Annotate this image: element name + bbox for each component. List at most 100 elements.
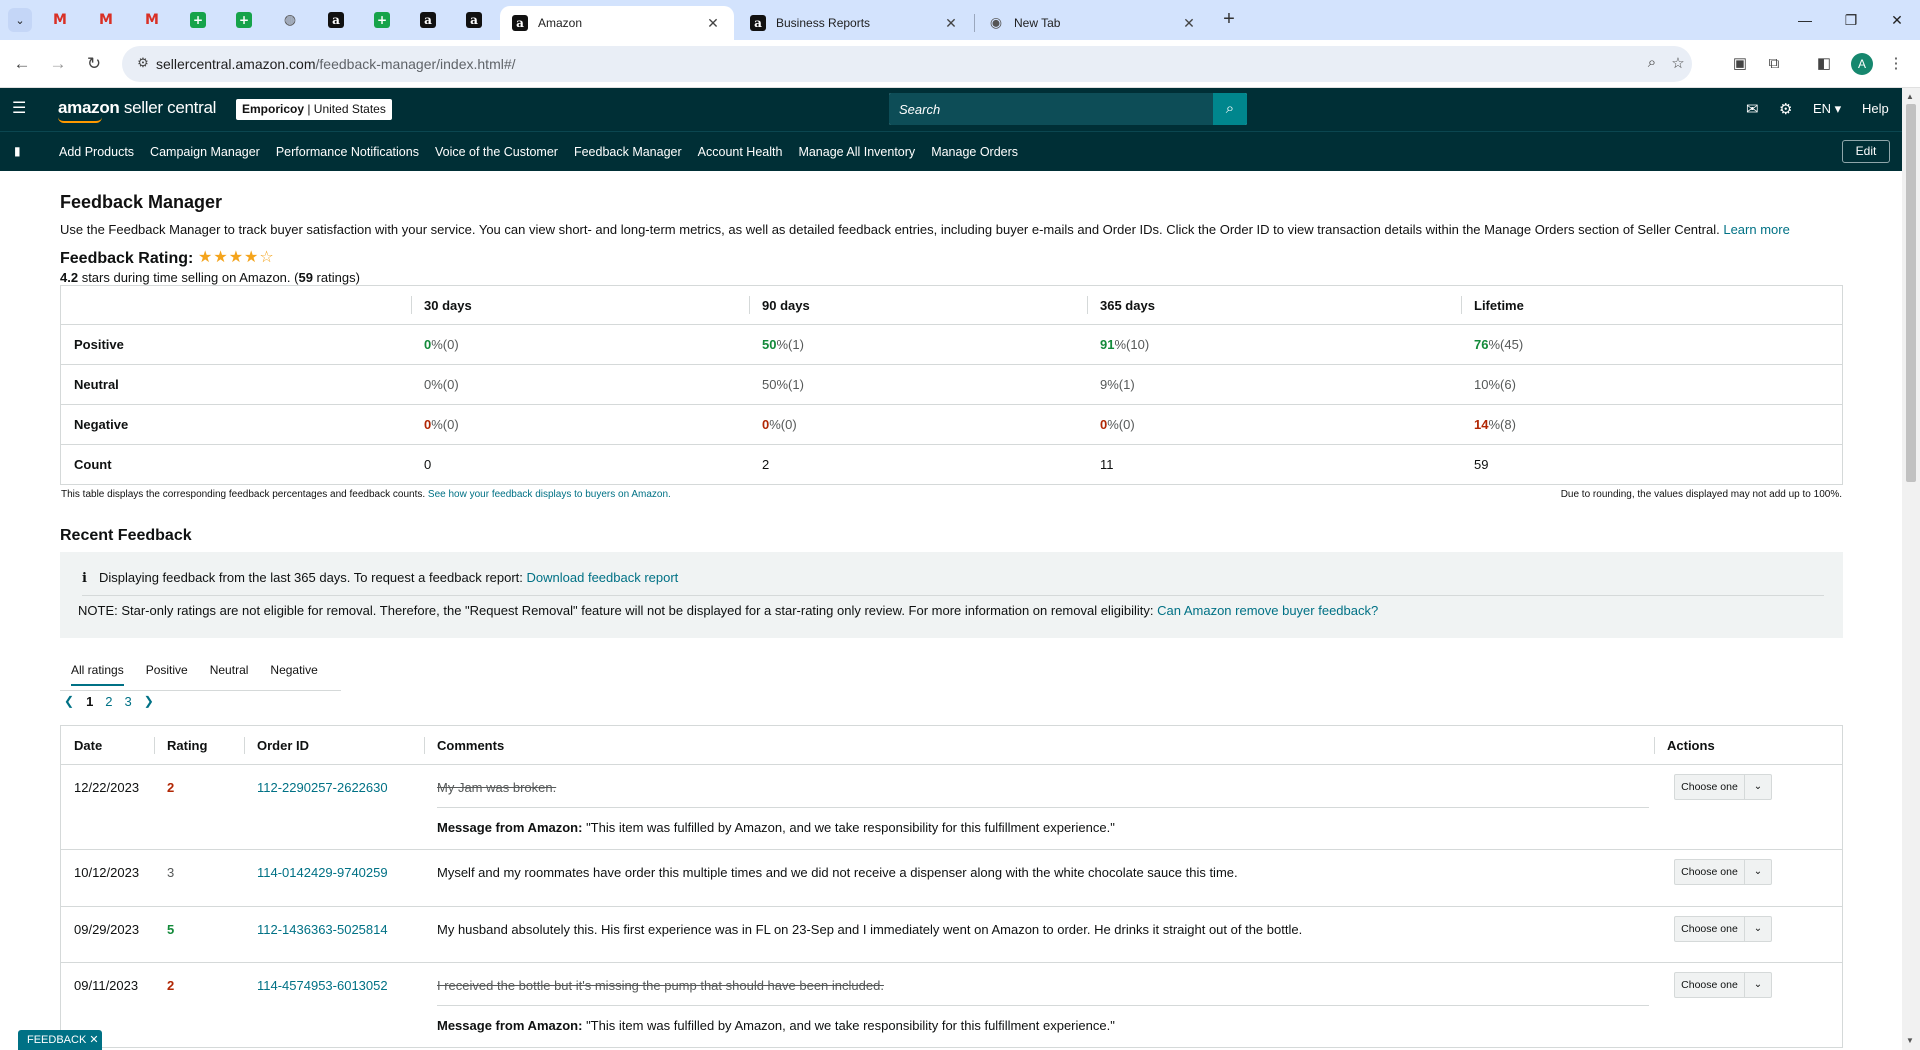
chevron-left-icon[interactable]: ❮ (64, 694, 74, 708)
pinned-tab-amazon[interactable]: a (454, 8, 494, 32)
pinned-tab-sheets[interactable]: + (224, 8, 264, 32)
extensions-puzzle-icon[interactable]: ⧉ (1762, 52, 1786, 76)
row-order-id-link[interactable]: 112-1436363-5025814 (244, 907, 424, 962)
gear-icon[interactable]: ⚙ (1779, 100, 1792, 118)
col-rating: Rating (154, 726, 244, 765)
rating-count: 59 (298, 270, 313, 285)
pinned-tab-sheets[interactable]: + (178, 8, 218, 32)
chevron-down-icon[interactable]: ⌄ (1745, 973, 1771, 997)
pinned-tab-amazon[interactable]: a (316, 8, 356, 32)
choose-one-dropdown[interactable]: Choose one ⌄ (1674, 774, 1772, 800)
tab-negative[interactable]: Negative (259, 651, 328, 690)
nav-add-products[interactable]: Add Products (59, 145, 134, 159)
pinned-tab-gmail[interactable]: M (132, 8, 172, 32)
close-icon[interactable]: ✕ (704, 15, 722, 32)
forward-arrow-icon[interactable]: → (46, 52, 70, 76)
scrollbar-thumb[interactable] (1906, 104, 1916, 482)
language-selector[interactable]: EN ▾ (1813, 101, 1841, 117)
removal-eligibility-link[interactable]: Can Amazon remove buyer feedback? (1157, 603, 1378, 618)
feedback-table: Date Rating Order ID Comments Actions 12… (60, 725, 1843, 1048)
nav-voice-of-the-customer[interactable]: Voice of the Customer (435, 145, 558, 159)
metrics-header-lifetime: Lifetime (1461, 286, 1842, 324)
omnibox[interactable]: ⚙ sellercentral.amazon.com/feedback-mana… (122, 46, 1692, 82)
zoom-icon[interactable]: ⌕ (1642, 54, 1662, 74)
close-icon[interactable]: ✕ (942, 15, 960, 32)
side-panel-icon[interactable]: ◧ (1812, 52, 1836, 76)
search-icon[interactable]: ⌕ (1213, 93, 1247, 125)
search-input[interactable] (889, 93, 1213, 125)
metrics-cell: 14 %(8) (1461, 405, 1842, 444)
amazon-icon: a (750, 15, 766, 31)
chevron-right-icon[interactable]: ❯ (144, 694, 154, 708)
feedback-display-link[interactable]: See how your feedback displays to buyers… (428, 489, 671, 500)
nav-manage-orders[interactable]: Manage Orders (931, 145, 1018, 159)
metrics-cell: 50 %(1) (749, 365, 1087, 404)
reload-icon[interactable]: ↻ (82, 52, 106, 76)
pinned-tab-gmail[interactable]: M (40, 8, 80, 32)
close-icon[interactable]: ✕ (1180, 15, 1198, 32)
row-date: 09/29/2023 (74, 922, 140, 937)
mail-icon[interactable]: ✉ (1746, 100, 1759, 118)
vertical-scrollbar[interactable]: ▲ ▼ (1902, 88, 1920, 1050)
chevron-down-icon[interactable]: ⌄ (1745, 917, 1771, 941)
nav-manage-all-inventory[interactable]: Manage All Inventory (798, 145, 915, 159)
nav-performance-notifications[interactable]: Performance Notifications (276, 145, 419, 159)
metric-count: %(0) (1107, 417, 1135, 432)
new-tab-plus-icon[interactable]: + (1218, 9, 1240, 31)
edit-nav-button[interactable]: Edit (1842, 140, 1890, 163)
bookmark-star-icon[interactable]: ☆ (1668, 54, 1688, 74)
row-order-id-link[interactable]: 112-2290257-2622630 (244, 765, 424, 849)
chevron-down-icon[interactable]: ⌄ (1745, 775, 1771, 799)
feedback-widget-button[interactable]: FEEDBACK ✕ (18, 1030, 102, 1050)
hamburger-menu-icon[interactable]: ☰ (12, 100, 30, 118)
nav-account-health[interactable]: Account Health (698, 145, 783, 159)
download-report-link[interactable]: Download feedback report (527, 570, 679, 585)
close-window-icon[interactable]: ✕ (1874, 0, 1920, 40)
tab-neutral[interactable]: Neutral (199, 651, 260, 690)
pinned-tab-sheets[interactable]: + (362, 8, 402, 32)
row-order-id-link[interactable]: 114-4574953-6013052 (244, 963, 424, 1047)
pinned-tab-site[interactable]: ◍ (270, 8, 310, 32)
choose-one-dropdown[interactable]: Choose one ⌄ (1674, 916, 1772, 942)
tab-new-tab[interactable]: ◉ New Tab ✕ (976, 6, 1210, 40)
store-selector[interactable]: Emporicoy | United States (236, 99, 392, 120)
extension-off-icon[interactable]: ▣ (1728, 52, 1752, 76)
page-3[interactable]: 3 (125, 694, 132, 709)
page-2[interactable]: 2 (105, 694, 112, 709)
url-text[interactable]: sellercentral.amazon.com/feedback-manage… (156, 56, 516, 72)
chevron-down-icon[interactable]: ⌄ (1745, 860, 1771, 884)
restore-icon[interactable]: ❐ (1828, 0, 1874, 40)
scroll-up-icon[interactable]: ▲ (1906, 92, 1914, 101)
site-info-icon[interactable]: ⚙ (134, 55, 152, 73)
help-link[interactable]: Help (1862, 101, 1889, 116)
bookmark-icon[interactable]: ▮ (14, 144, 21, 158)
amazon-icon: a (420, 12, 436, 28)
pinned-tab-amazon[interactable]: a (408, 8, 448, 32)
nav-campaign-manager[interactable]: Campaign Manager (150, 145, 260, 159)
scroll-down-icon[interactable]: ▼ (1906, 1036, 1914, 1045)
gmail-icon: M (99, 12, 113, 28)
row-order-id-link[interactable]: 114-0142429-9740259 (244, 850, 424, 906)
metrics-cell: 0 %(0) (411, 405, 749, 444)
back-arrow-icon[interactable]: ← (10, 52, 34, 76)
pinned-tab-gmail[interactable]: M (86, 8, 126, 32)
feedback-table-header: Date Rating Order ID Comments Actions (61, 726, 1842, 765)
seller-central-logo[interactable]: amazon seller central (58, 98, 216, 123)
choose-one-dropdown[interactable]: Choose one ⌄ (1674, 972, 1772, 998)
profile-avatar[interactable]: A (1851, 53, 1873, 75)
tab-search-chevron-icon[interactable]: ⌄ (8, 8, 32, 32)
choose-one-dropdown[interactable]: Choose one ⌄ (1674, 859, 1772, 885)
kebab-menu-icon[interactable]: ⋮ (1884, 52, 1908, 76)
nav-feedback-manager[interactable]: Feedback Manager (574, 145, 682, 159)
metrics-cell: 0 (424, 457, 432, 472)
tab-amazon[interactable]: a Amazon ✕ (500, 6, 734, 40)
tab-positive[interactable]: Positive (135, 651, 199, 690)
close-icon[interactable]: ✕ (89, 1034, 98, 1046)
tab-all-ratings[interactable]: All ratings (60, 651, 135, 690)
minimize-icon[interactable]: — (1782, 0, 1828, 40)
info-box: i Displaying feedback from the last 365 d… (60, 552, 1843, 638)
learn-more-link[interactable]: Learn more (1723, 222, 1789, 237)
tab-label: New Tab (1014, 16, 1061, 30)
tab-business-reports[interactable]: a Business Reports ✕ (738, 6, 972, 40)
page-1[interactable]: 1 (86, 694, 93, 709)
